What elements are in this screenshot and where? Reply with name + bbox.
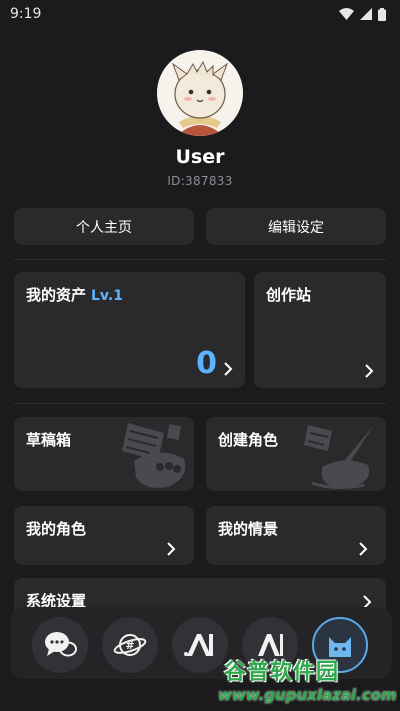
- svg-text:#: #: [125, 639, 134, 652]
- create-character-card[interactable]: 创建角色: [206, 417, 386, 491]
- personal-homepage-button[interactable]: 个人主页: [14, 208, 194, 245]
- chat-bubbles-icon: [45, 632, 77, 657]
- nav-discover[interactable]: #: [102, 617, 158, 673]
- edit-settings-label: 编辑设定: [268, 219, 324, 236]
- my-characters-title: 我的角色: [26, 520, 87, 538]
- my-assets-title: 我的资产: [26, 286, 87, 304]
- my-characters-card[interactable]: 我的角色: [14, 506, 194, 565]
- quill-paper-icon: [304, 425, 374, 490]
- creation-studio-title: 创作站: [266, 286, 312, 304]
- create-character-title: 创建角色: [218, 431, 279, 449]
- ai-icon: [184, 634, 213, 656]
- status-icons: [339, 7, 386, 21]
- chevron-right-icon: [167, 542, 176, 556]
- divider: [14, 403, 386, 404]
- my-assets-title-row: 我的资产 Lv.1: [26, 284, 123, 305]
- creation-studio-card[interactable]: 创作站: [254, 272, 386, 388]
- my-scenes-card[interactable]: 我的情景: [206, 506, 386, 565]
- personal-homepage-label: 个人主页: [76, 219, 132, 236]
- username: User: [175, 146, 225, 168]
- user-id: ID:387833: [167, 174, 233, 188]
- divider: [14, 259, 386, 260]
- chevron-right-icon: [365, 364, 374, 378]
- watermark: 谷普软件园 www.gupuxlazai.com: [218, 654, 398, 708]
- status-bar: 9:19: [0, 0, 400, 28]
- drafts-title: 草稿箱: [26, 431, 72, 449]
- watermark-url: www.gupuxlazai.com: [218, 686, 397, 704]
- cellular-signal-icon: [360, 8, 372, 20]
- avatar[interactable]: [157, 50, 243, 136]
- my-scenes-title: 我的情景: [218, 520, 279, 538]
- drafts-illustration-icon: [122, 423, 186, 488]
- assets-value: 0: [196, 346, 217, 381]
- edit-settings-button[interactable]: 编辑设定: [206, 208, 386, 245]
- battery-icon: [378, 7, 386, 21]
- chevron-right-icon: [359, 542, 368, 556]
- planet-hashtag-icon: #: [113, 634, 147, 656]
- avatar-mascot-icon: [157, 50, 243, 136]
- nav-chat[interactable]: [32, 617, 88, 673]
- chevron-right-icon: [224, 362, 233, 376]
- level-badge: Lv.1: [91, 288, 123, 304]
- watermark-title: 谷普软件园: [224, 660, 340, 685]
- drafts-card[interactable]: 草稿箱: [14, 417, 194, 491]
- wifi-icon: [339, 8, 354, 20]
- my-assets-card[interactable]: 我的资产 Lv.1 0: [14, 272, 245, 388]
- status-time: 9:19: [10, 6, 42, 22]
